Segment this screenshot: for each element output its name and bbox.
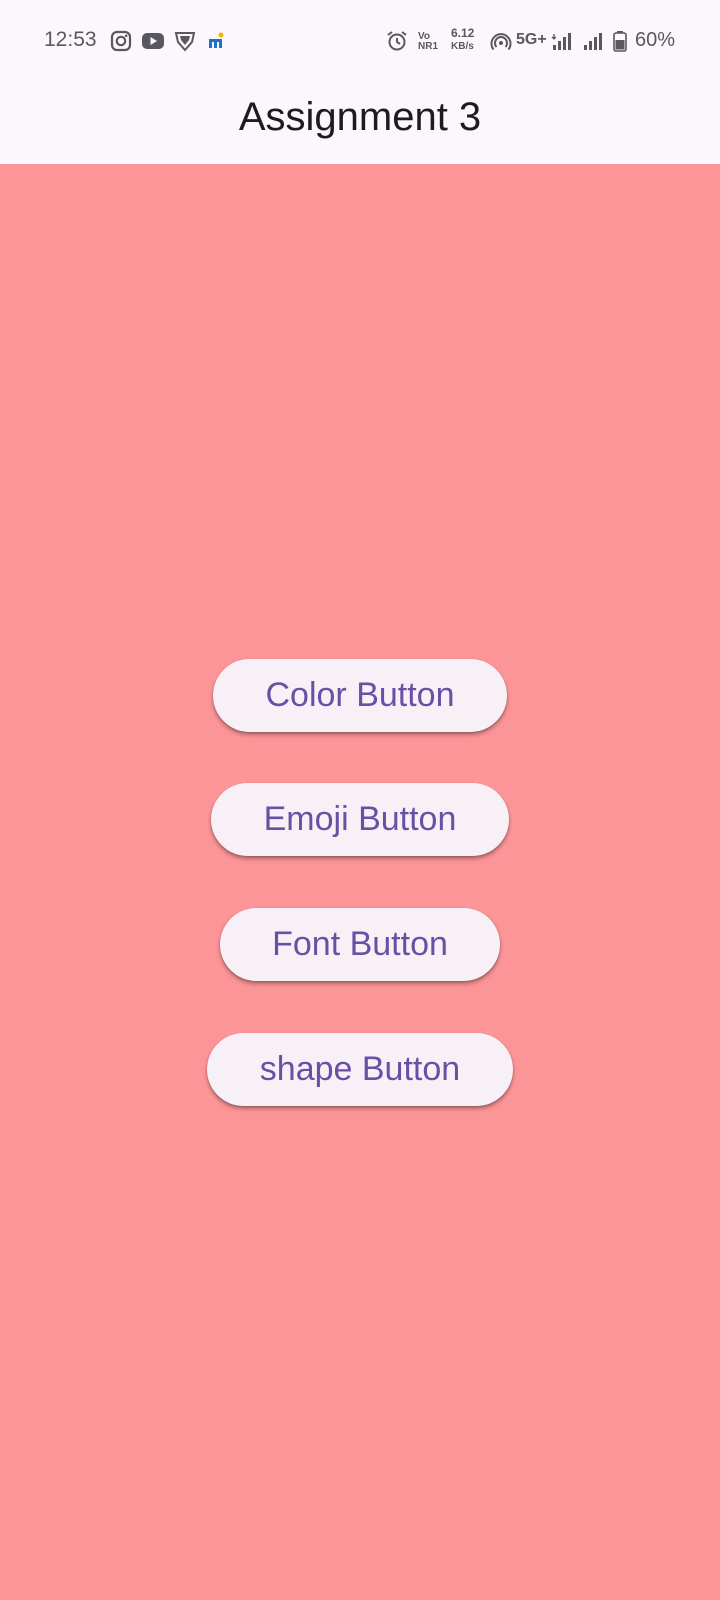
volte-bottom-label: NR1 — [418, 41, 439, 52]
status-bar: 12:53 Vo NR1 6.12 KB/s 5G+ 60% — [0, 0, 720, 84]
emoji-button[interactable]: Emoji Button — [211, 783, 509, 856]
shape-button[interactable]: shape Button — [207, 1033, 513, 1106]
speed-value: 6.12 — [451, 26, 475, 40]
main-content: Color Button Emoji Button Font Button sh… — [0, 164, 720, 1600]
font-button[interactable]: Font Button — [220, 908, 500, 981]
app-notification-icon — [209, 32, 224, 48]
speed-unit: KB/s — [451, 41, 474, 52]
hotspot-icon — [490, 33, 512, 51]
status-time: 12:53 — [44, 28, 97, 51]
page-title: Assignment 3 — [238, 94, 482, 139]
signal-strength-icon-2 — [584, 33, 602, 50]
vpn-shield-icon — [174, 32, 196, 52]
battery-icon — [613, 31, 627, 52]
signal-strength-icon — [551, 33, 571, 50]
network-type-label: 5G+ — [516, 31, 547, 48]
alarm-icon — [387, 31, 407, 51]
color-button[interactable]: Color Button — [213, 659, 507, 732]
youtube-icon — [142, 33, 164, 49]
instagram-icon — [110, 30, 132, 52]
app-bar: Assignment 3 — [0, 84, 720, 164]
battery-percent: 60% — [635, 29, 676, 51]
